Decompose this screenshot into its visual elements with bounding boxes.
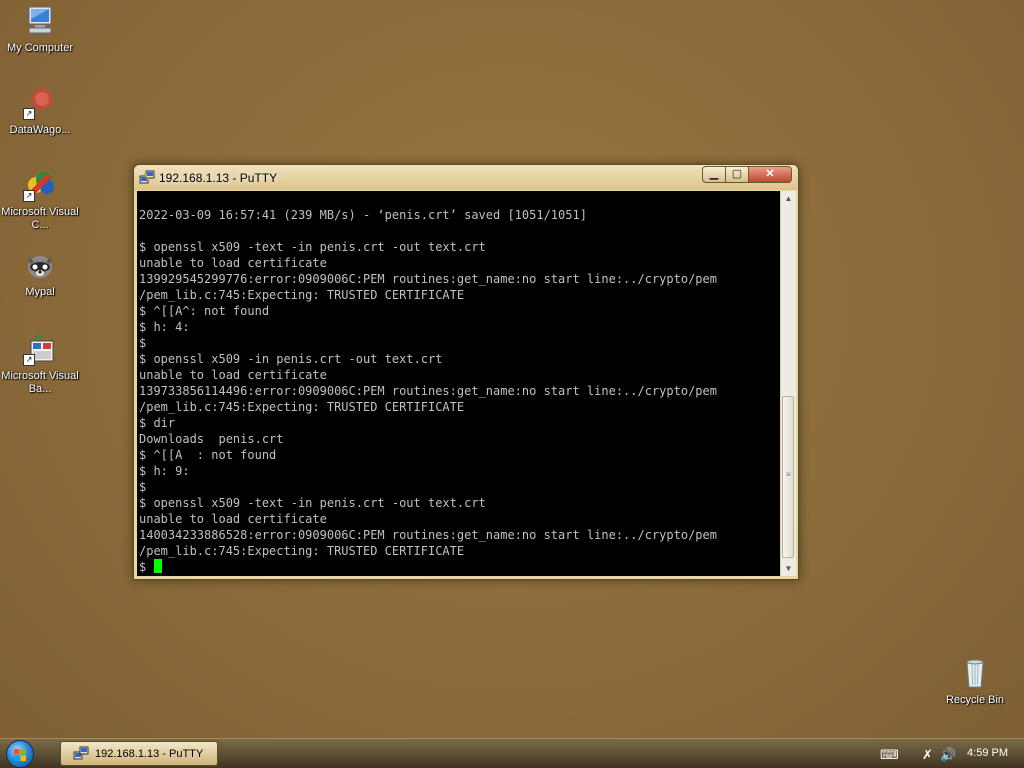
desktop-icon-datawagon[interactable]: ↗ DataWago... (0, 86, 80, 137)
clock[interactable]: 4:59 PM (967, 747, 1008, 759)
putty-icon (139, 170, 155, 186)
terminal-cursor (154, 559, 163, 573)
shortcut-arrow-icon: ↗ (23, 354, 35, 366)
desktop-icon-label: Microsoft Visual Ba... (1, 370, 79, 395)
scroll-down-arrow-icon[interactable]: ▼ (781, 561, 796, 576)
maximize-button[interactable]: ▢ (725, 166, 749, 183)
window-title: 192.168.1.13 - PuTTY (159, 171, 278, 185)
keyboard-icon[interactable]: ⌨ (880, 747, 899, 763)
desktop-icon-recycle-bin[interactable]: Recycle Bin (935, 656, 1015, 707)
desktop-icon-label: DataWago... (9, 124, 71, 136)
shortcut-arrow-icon: ↗ (23, 108, 35, 120)
terminal-line: 140034233886528:error:0909006C:PEM routi… (139, 528, 717, 542)
recycle-bin-icon (958, 656, 992, 690)
terminal-line: /pem_lib.c:745:Expecting: TRUSTED CERTIF… (139, 400, 465, 414)
terminal-prompt-line: $ (139, 559, 717, 575)
visual-cpp-icon: ↗ (23, 168, 57, 202)
desktop-icon-mypal[interactable]: Mypal (0, 248, 80, 299)
terminal-line: 139929545299776:error:0909006C:PEM routi… (139, 272, 717, 286)
terminal-line: $ (139, 336, 147, 350)
start-button[interactable] (6, 740, 34, 768)
putty-icon (73, 746, 89, 762)
terminal-line: /pem_lib.c:745:Expecting: TRUSTED CERTIF… (139, 288, 465, 302)
desktop-icon-visual-cpp[interactable]: ↗ Microsoft Visual C... (0, 168, 80, 232)
terminal-line: 139733856114496:error:0909006C:PEM routi… (139, 384, 717, 398)
window-titlebar[interactable]: 192.168.1.13 - PuTTY ▁ ▢ ✕ (134, 165, 798, 190)
terminal-line: $ h: 9: (139, 464, 190, 478)
minimize-icon: ▁ (709, 168, 719, 180)
terminal-line: $ ^[[A^: not found (139, 304, 270, 318)
terminal-line: Downloads penis.crt (139, 432, 284, 446)
speaker-icon[interactable]: 🔊 (940, 747, 956, 763)
desktop-icon-label: Mypal (25, 286, 55, 298)
computer-icon (23, 4, 57, 38)
desktop-icon-label: Recycle Bin (945, 694, 1005, 706)
terminal-line: $ openssl x509 -in penis.crt -out text.c… (139, 352, 443, 366)
taskbar: 192.168.1.13 - PuTTY ⌨ ✗ 🔊 4:59 PM (0, 738, 1024, 768)
scroll-up-arrow-icon[interactable]: ▲ (781, 191, 796, 206)
network-x-icon[interactable]: ✗ (922, 747, 933, 763)
visual-basic-icon: ↗ (23, 332, 57, 366)
desktop: { "desktop": { "icons": [ {"label": "My … (0, 0, 1024, 768)
windows-start-icon (14, 748, 26, 761)
terminal-output: 2022-03-09 16:57:41 (239 MB/s) - ‘penis.… (139, 207, 717, 575)
vertical-scrollbar[interactable]: ▲ ≡ ▼ (780, 191, 796, 576)
desktop-icon-visual-basic[interactable]: ↗ Microsoft Visual Ba... (0, 332, 80, 396)
desktop-icon-label: My Computer (6, 42, 74, 54)
terminal-line: 2022-03-09 16:57:41 (239 MB/s) - ‘penis.… (139, 208, 587, 222)
maximize-icon: ▢ (731, 168, 743, 180)
minimize-button[interactable]: ▁ (702, 166, 726, 183)
desktop-icon-label: Microsoft Visual C... (1, 206, 79, 231)
system-tray: ⌨ ✗ 🔊 4:59 PM (872, 739, 1024, 768)
scrollbar-thumb[interactable]: ≡ (782, 396, 794, 558)
mypal-icon (23, 248, 57, 282)
terminal-line: /pem_lib.c:745:Expecting: TRUSTED CERTIF… (139, 544, 465, 558)
terminal-line: $ ^[[A : not found (139, 448, 277, 462)
datawagon-icon: ↗ (23, 86, 57, 120)
shortcut-arrow-icon: ↗ (23, 190, 35, 202)
taskbar-button-putty[interactable]: 192.168.1.13 - PuTTY (60, 741, 218, 766)
terminal-line: $ openssl x509 -text -in penis.crt -out … (139, 240, 486, 254)
terminal-screen[interactable]: 2022-03-09 16:57:41 (239 MB/s) - ‘penis.… (137, 191, 780, 576)
terminal-line: $ h: 4: (139, 320, 190, 334)
putty-window[interactable]: 192.168.1.13 - PuTTY ▁ ▢ ✕ 2022-03-09 16… (133, 164, 799, 580)
desktop-icon-my-computer[interactable]: My Computer (0, 4, 80, 55)
close-icon: ✕ (765, 168, 775, 180)
close-button[interactable]: ✕ (748, 166, 792, 183)
terminal-prompt: $ (139, 560, 147, 574)
terminal-line: $ dir (139, 416, 176, 430)
taskbar-button-label: 192.168.1.13 - PuTTY (95, 748, 204, 760)
grip-icon: ≡ (786, 470, 791, 479)
terminal-line: unable to load certificate (139, 512, 327, 526)
terminal-line: unable to load certificate (139, 368, 327, 382)
terminal-line: $ (139, 480, 147, 494)
terminal-line: unable to load certificate (139, 256, 327, 270)
terminal-line: $ openssl x509 -text -in penis.crt -out … (139, 496, 486, 510)
